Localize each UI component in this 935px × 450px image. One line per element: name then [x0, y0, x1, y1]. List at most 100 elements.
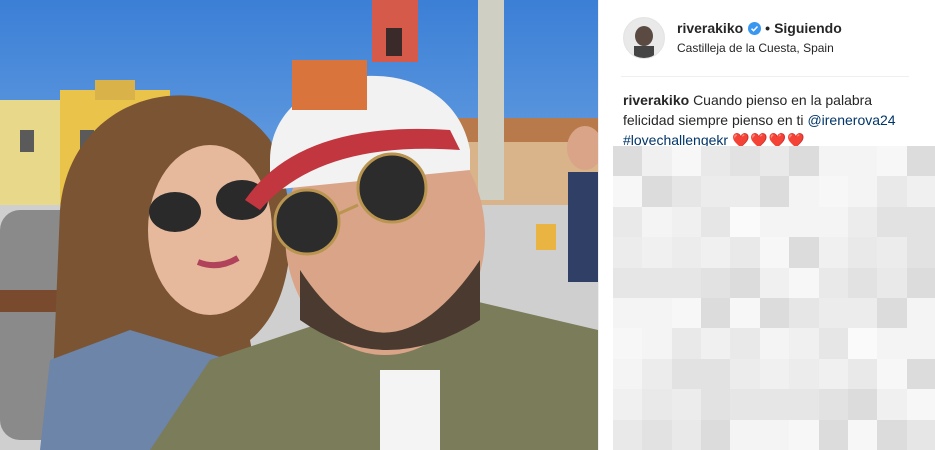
blur-block: [906, 237, 935, 268]
blur-block: [730, 176, 760, 207]
blur-block: [789, 176, 819, 207]
following-button[interactable]: Siguiendo: [774, 19, 842, 37]
post-caption: riverakiko Cuando pienso en la palabra f…: [623, 90, 923, 150]
blur-block: [877, 146, 907, 177]
blur-block: [847, 176, 878, 207]
pixelated-comments-area: [613, 146, 935, 450]
blur-block: [877, 206, 907, 238]
blur-block: [877, 237, 907, 268]
blur-block: [613, 389, 643, 420]
blur-block: [613, 267, 643, 298]
header-divider: [621, 76, 909, 77]
blur-block: [701, 146, 731, 177]
blur-block: [847, 206, 878, 238]
blur-block: [671, 267, 702, 298]
blur-block: [730, 358, 760, 390]
blur-block: [877, 176, 907, 207]
blur-block: [818, 206, 848, 238]
blur-block: [613, 237, 643, 268]
blur-block: [613, 358, 643, 390]
blur-block: [818, 267, 848, 298]
blur-block: [789, 146, 819, 177]
blur-block: [701, 328, 731, 359]
blur-block: [847, 328, 878, 359]
blur-block: [789, 328, 819, 359]
blur-block: [701, 176, 731, 207]
blur-block: [906, 267, 935, 298]
blur-block: [877, 419, 907, 450]
blur-block: [818, 419, 848, 450]
blur-block: [613, 146, 643, 177]
blur-block: [730, 237, 760, 268]
post-sidebar: riverakiko • Siguiendo Castilleja de la …: [598, 0, 935, 450]
blur-block: [789, 267, 819, 298]
blur-block: [730, 267, 760, 298]
blur-block: [701, 419, 731, 450]
blur-block: [730, 297, 760, 329]
blur-block: [671, 297, 702, 329]
blur-block: [759, 176, 790, 207]
blur-block: [613, 419, 643, 450]
blur-block: [642, 389, 672, 420]
blur-block: [671, 146, 702, 177]
blur-block: [759, 358, 790, 390]
blur-block: [818, 389, 848, 420]
blur-block: [789, 389, 819, 420]
blur-block: [671, 389, 702, 420]
blur-block: [789, 206, 819, 238]
blur-block: [671, 206, 702, 238]
post-location[interactable]: Castilleja de la Cuesta, Spain: [677, 39, 842, 57]
blur-block: [847, 237, 878, 268]
blur-block: [906, 389, 935, 420]
blur-block: [877, 267, 907, 298]
blur-block: [789, 358, 819, 390]
blur-block: [642, 358, 672, 390]
blur-block: [759, 419, 790, 450]
blur-block: [642, 328, 672, 359]
blur-block: [789, 297, 819, 329]
blur-block: [877, 389, 907, 420]
blur-block: [818, 237, 848, 268]
blur-block: [730, 389, 760, 420]
blur-block: [671, 419, 702, 450]
blur-block: [789, 237, 819, 268]
blur-block: [818, 358, 848, 390]
blur-block: [847, 389, 878, 420]
blur-block: [613, 206, 643, 238]
blur-block: [671, 358, 702, 390]
blur-block: [906, 328, 935, 359]
profile-avatar[interactable]: [623, 17, 665, 59]
blur-block: [906, 297, 935, 329]
blur-block: [671, 328, 702, 359]
blur-block: [642, 146, 672, 177]
blur-block: [877, 297, 907, 329]
post-username[interactable]: riverakiko: [677, 19, 743, 37]
post-photo[interactable]: [0, 0, 598, 450]
blur-block: [642, 237, 672, 268]
blur-block: [730, 328, 760, 359]
caption-username[interactable]: riverakiko: [623, 92, 689, 108]
blur-block: [906, 176, 935, 207]
blur-block: [701, 358, 731, 390]
caption-mention-link[interactable]: @irenerova24: [807, 112, 895, 128]
blur-block: [789, 419, 819, 450]
blur-block: [642, 419, 672, 450]
blur-block: [701, 297, 731, 329]
blur-block: [906, 419, 935, 450]
blur-block: [847, 267, 878, 298]
blur-block: [906, 206, 935, 238]
blur-block: [759, 328, 790, 359]
blur-block: [906, 358, 935, 390]
blur-block: [847, 419, 878, 450]
blur-block: [613, 328, 643, 359]
blur-block: [847, 297, 878, 329]
blur-block: [818, 328, 848, 359]
blur-block: [759, 389, 790, 420]
blur-block: [818, 146, 848, 177]
blur-block: [701, 267, 731, 298]
blur-block: [759, 267, 790, 298]
blur-block: [642, 206, 672, 238]
post-header: riverakiko • Siguiendo Castilleja de la …: [599, 0, 935, 60]
separator-dot: •: [765, 20, 771, 36]
blur-block: [613, 176, 643, 207]
